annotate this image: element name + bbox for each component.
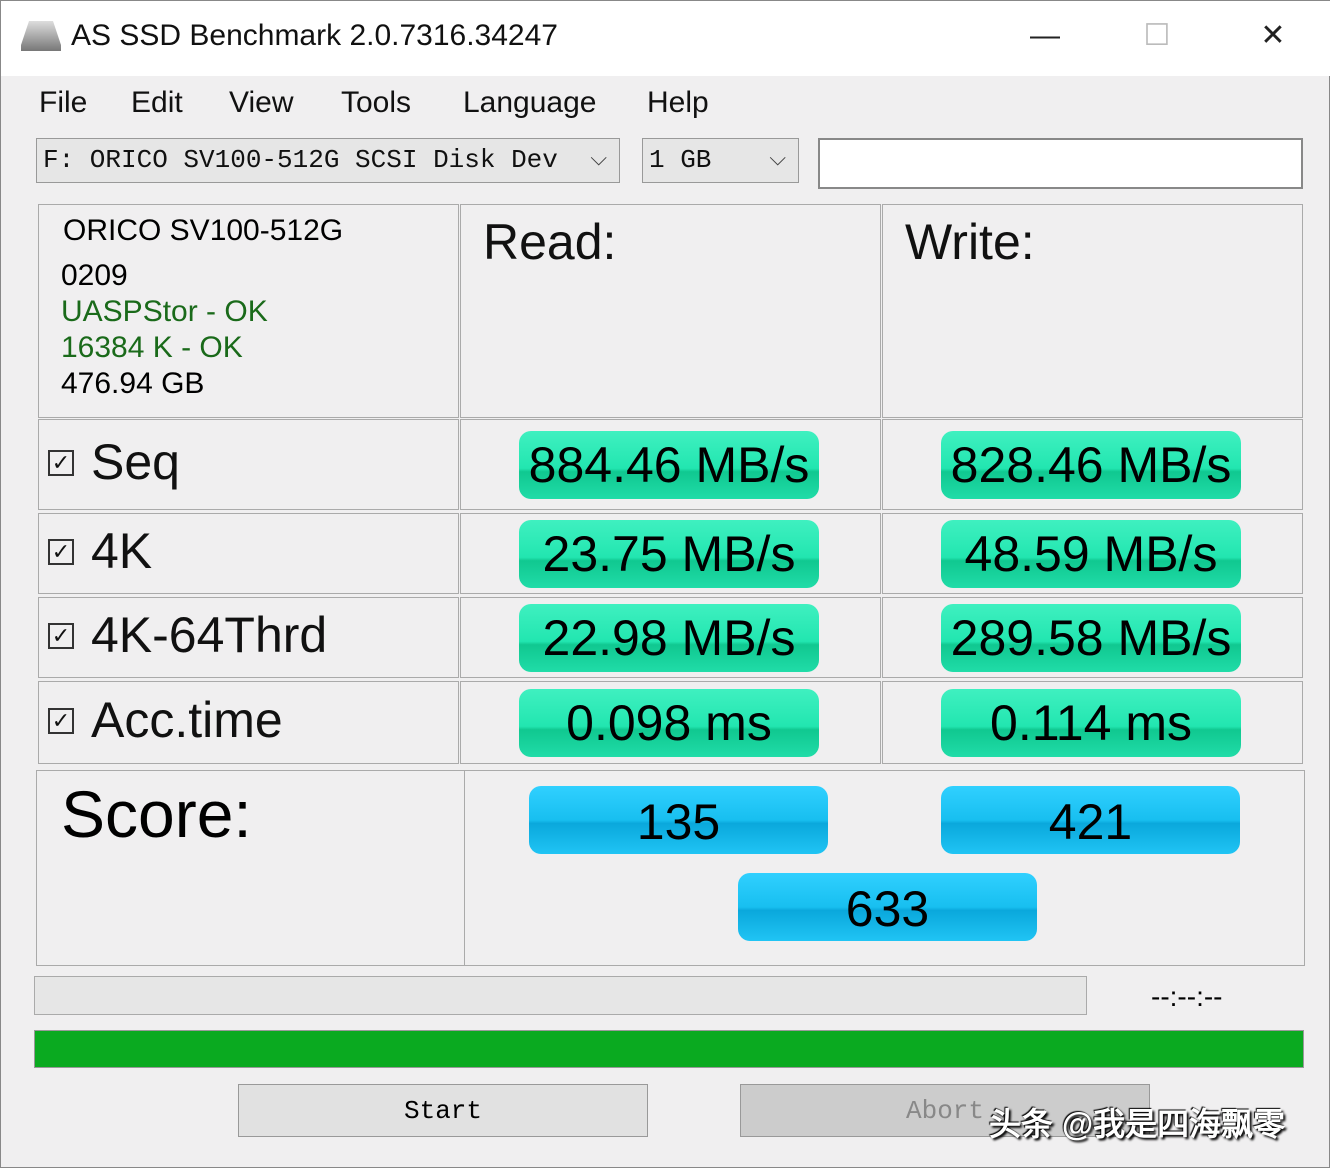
driver-status: UASPStor - OK: [61, 295, 268, 328]
write-result: 48.59 MB/s: [941, 519, 1241, 588]
size-value: 1 GB: [649, 145, 712, 175]
read-header-cell: Read:: [460, 204, 881, 418]
drive-select[interactable]: F: ORICO SV100-512G SCSI Disk Dev ⌵: [36, 138, 620, 183]
test-progress-bar: [34, 976, 1087, 1015]
score-divider: [464, 770, 465, 966]
test-checkbox[interactable]: ✓: [48, 622, 74, 649]
write-header-cell: Write:: [882, 204, 1303, 418]
read-result: 23.75 MB/s: [519, 519, 819, 588]
menu-help[interactable]: Help: [647, 86, 709, 120]
test-label: Seq: [91, 433, 180, 490]
elapsed-time: --:--:--: [1151, 981, 1223, 1012]
write-header: Write:: [905, 214, 1035, 270]
size-select[interactable]: 1 GB ⌵: [642, 138, 799, 183]
alignment-status: 16384 K - OK: [61, 331, 243, 364]
test-label: Acc.time: [91, 691, 283, 748]
score-label: Score:: [61, 777, 252, 851]
start-button[interactable]: Start: [238, 1084, 648, 1137]
chevron-down-icon: ⌵: [590, 147, 607, 172]
watermark: 头条 @我是四海飘零: [989, 1106, 1286, 1142]
menu-tools[interactable]: Tools: [341, 86, 411, 120]
menu-language[interactable]: Language: [463, 86, 596, 120]
read-score: 135: [529, 786, 828, 854]
total-score: 633: [738, 873, 1037, 941]
test-checkbox[interactable]: ✓: [48, 449, 74, 476]
close-button[interactable]: ✕: [1243, 11, 1303, 61]
test-checkbox[interactable]: ✓: [48, 538, 74, 565]
read-result: 0.098 ms: [519, 688, 819, 757]
menu-file[interactable]: File: [39, 86, 87, 120]
overall-progress-bar: [34, 1030, 1304, 1068]
window-title: AS SSD Benchmark 2.0.7316.34247: [71, 19, 558, 52]
test-checkbox[interactable]: ✓: [48, 707, 74, 734]
write-result: 0.114 ms: [941, 688, 1241, 757]
write-result: 289.58 MB/s: [941, 603, 1241, 672]
menu-view[interactable]: View: [229, 86, 293, 120]
drive-value: F: ORICO SV100-512G SCSI Disk Dev: [43, 145, 558, 175]
drive-capacity: 476.94 GB: [61, 367, 205, 400]
chevron-down-icon: ⌵: [769, 147, 786, 172]
maximize-button[interactable]: ☐: [1127, 11, 1187, 61]
overall-progress-fill: [35, 1031, 1303, 1067]
test-label: 4K-64Thrd: [91, 606, 328, 663]
read-result: 884.46 MB/s: [519, 430, 819, 499]
status-field: [818, 138, 1303, 189]
minimize-button[interactable]: —: [1015, 11, 1075, 61]
read-result: 22.98 MB/s: [519, 603, 819, 672]
test-label: 4K: [91, 522, 153, 579]
drive-firmware: 0209: [61, 259, 128, 292]
write-score: 421: [941, 786, 1240, 854]
read-header: Read:: [483, 214, 617, 270]
write-result: 828.46 MB/s: [941, 430, 1241, 499]
drive-model: ORICO SV100-512G: [63, 214, 344, 247]
menu-edit[interactable]: Edit: [131, 86, 183, 120]
